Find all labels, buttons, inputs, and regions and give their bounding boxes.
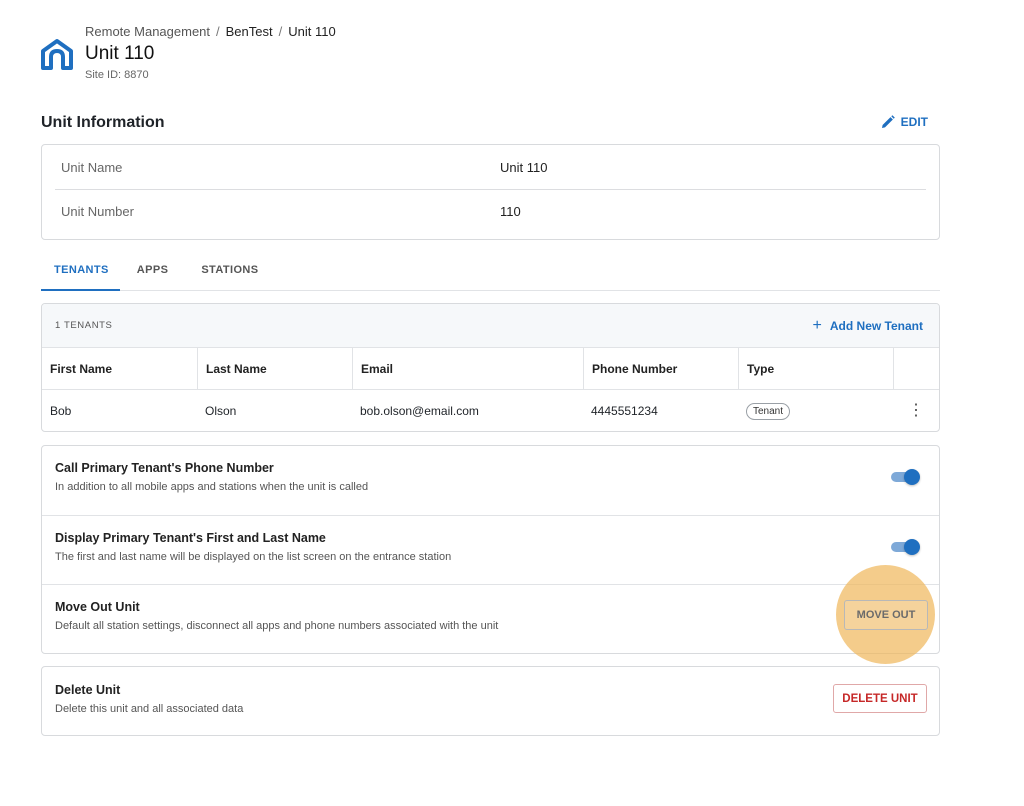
- tenant-type-badge: Tenant: [746, 402, 791, 420]
- setting-description: Default all station settings, disconnect…: [55, 620, 499, 632]
- setting-title: Call Primary Tenant's Phone Number: [55, 461, 274, 475]
- page-title: Unit 110: [85, 43, 155, 64]
- info-row-unit-number: Unit Number 110: [55, 189, 926, 233]
- tab-apps[interactable]: APPS: [120, 258, 185, 291]
- tenant-count: 1 TENANTS: [55, 320, 113, 331]
- column-header-last-name[interactable]: Last Name: [197, 348, 352, 389]
- cell-phone-number: 4445551234: [591, 404, 658, 418]
- tab-stations[interactable]: STATIONS: [184, 258, 274, 291]
- page-header: Remote Management / BenTest / Unit 110 U…: [40, 24, 336, 81]
- settings-card: Call Primary Tenant's Phone Number In ad…: [41, 445, 940, 654]
- cell-actions: ⋮: [893, 390, 939, 431]
- setting-description: The first and last name will be displaye…: [55, 551, 452, 563]
- toggle-thumb: [904, 469, 920, 485]
- more-options-icon[interactable]: ⋮: [908, 403, 924, 419]
- info-value: Unit 110: [500, 159, 548, 175]
- setting-call-primary-tenant: Call Primary Tenant's Phone Number In ad…: [42, 446, 939, 515]
- cell-email: bob.olson@email.com: [360, 404, 479, 418]
- cell-last-name: Olson: [205, 404, 237, 418]
- tenants-header: 1 TENANTS + Add New Tenant: [42, 304, 939, 348]
- setting-display-primary-tenant-name: Display Primary Tenant's First and Last …: [42, 515, 939, 584]
- delete-unit-card: Delete Unit Delete this unit and all ass…: [41, 666, 940, 736]
- edit-label: EDIT: [900, 115, 928, 129]
- table-row[interactable]: Bob Olson bob.olson@email.com 4445551234…: [42, 390, 939, 431]
- setting-title: Move Out Unit: [55, 600, 140, 614]
- column-header-phone-number[interactable]: Phone Number: [583, 348, 738, 389]
- display-tenant-name-toggle[interactable]: [891, 539, 920, 555]
- column-header-email[interactable]: Email: [352, 348, 583, 389]
- info-label: Unit Number: [61, 204, 134, 219]
- toggle-thumb: [904, 539, 920, 555]
- cell-first-name: Bob: [50, 404, 72, 418]
- breadcrumb-separator: /: [278, 24, 283, 39]
- delete-unit-button[interactable]: DELETE UNIT: [833, 684, 927, 713]
- unit-info-card: Unit Name Unit 110 Unit Number 110: [41, 144, 940, 240]
- breadcrumb-root[interactable]: Remote Management: [85, 24, 210, 39]
- breadcrumb-separator: /: [216, 24, 220, 39]
- setting-title: Display Primary Tenant's First and Last …: [55, 531, 326, 545]
- setting-move-out-unit: Move Out Unit Default all station settin…: [42, 584, 939, 653]
- breadcrumb: Remote Management / BenTest / Unit 110: [85, 24, 336, 39]
- table-header-row: First Name Last Name Email Phone Number …: [42, 348, 939, 390]
- setting-description: In addition to all mobile apps and stati…: [55, 481, 369, 493]
- info-value: 110: [500, 204, 521, 219]
- info-row-unit-name: Unit Name Unit 110: [55, 145, 926, 189]
- breadcrumb-current: Unit 110: [288, 24, 336, 39]
- cell-type: Tenant: [738, 390, 893, 431]
- move-out-button[interactable]: MOVE OUT: [844, 600, 928, 630]
- edit-button[interactable]: EDIT: [881, 115, 928, 129]
- unit-information-title: Unit Information: [41, 114, 165, 131]
- info-label: Unit Name: [61, 159, 123, 175]
- delete-unit-title: Delete Unit: [55, 683, 121, 697]
- column-header-first-name[interactable]: First Name: [42, 348, 197, 389]
- tab-bar: TENANTS APPS STATIONS: [41, 258, 940, 291]
- delete-unit-description: Delete this unit and all associated data: [55, 703, 244, 715]
- column-header-actions: [893, 348, 939, 389]
- column-header-type[interactable]: Type: [738, 348, 893, 389]
- pencil-icon: [881, 115, 895, 128]
- add-new-tenant-label: Add New Tenant: [829, 318, 923, 333]
- plus-icon: +: [812, 316, 822, 334]
- tab-tenants[interactable]: TENANTS: [41, 258, 120, 291]
- breadcrumb-site[interactable]: BenTest: [226, 24, 273, 39]
- home-icon: [41, 39, 73, 70]
- call-primary-tenant-toggle[interactable]: [891, 469, 920, 485]
- site-id: Site ID: 8870: [85, 69, 149, 81]
- add-new-tenant-button[interactable]: + Add New Tenant: [813, 317, 923, 335]
- tenants-card: 1 TENANTS + Add New Tenant First Name La…: [41, 303, 940, 432]
